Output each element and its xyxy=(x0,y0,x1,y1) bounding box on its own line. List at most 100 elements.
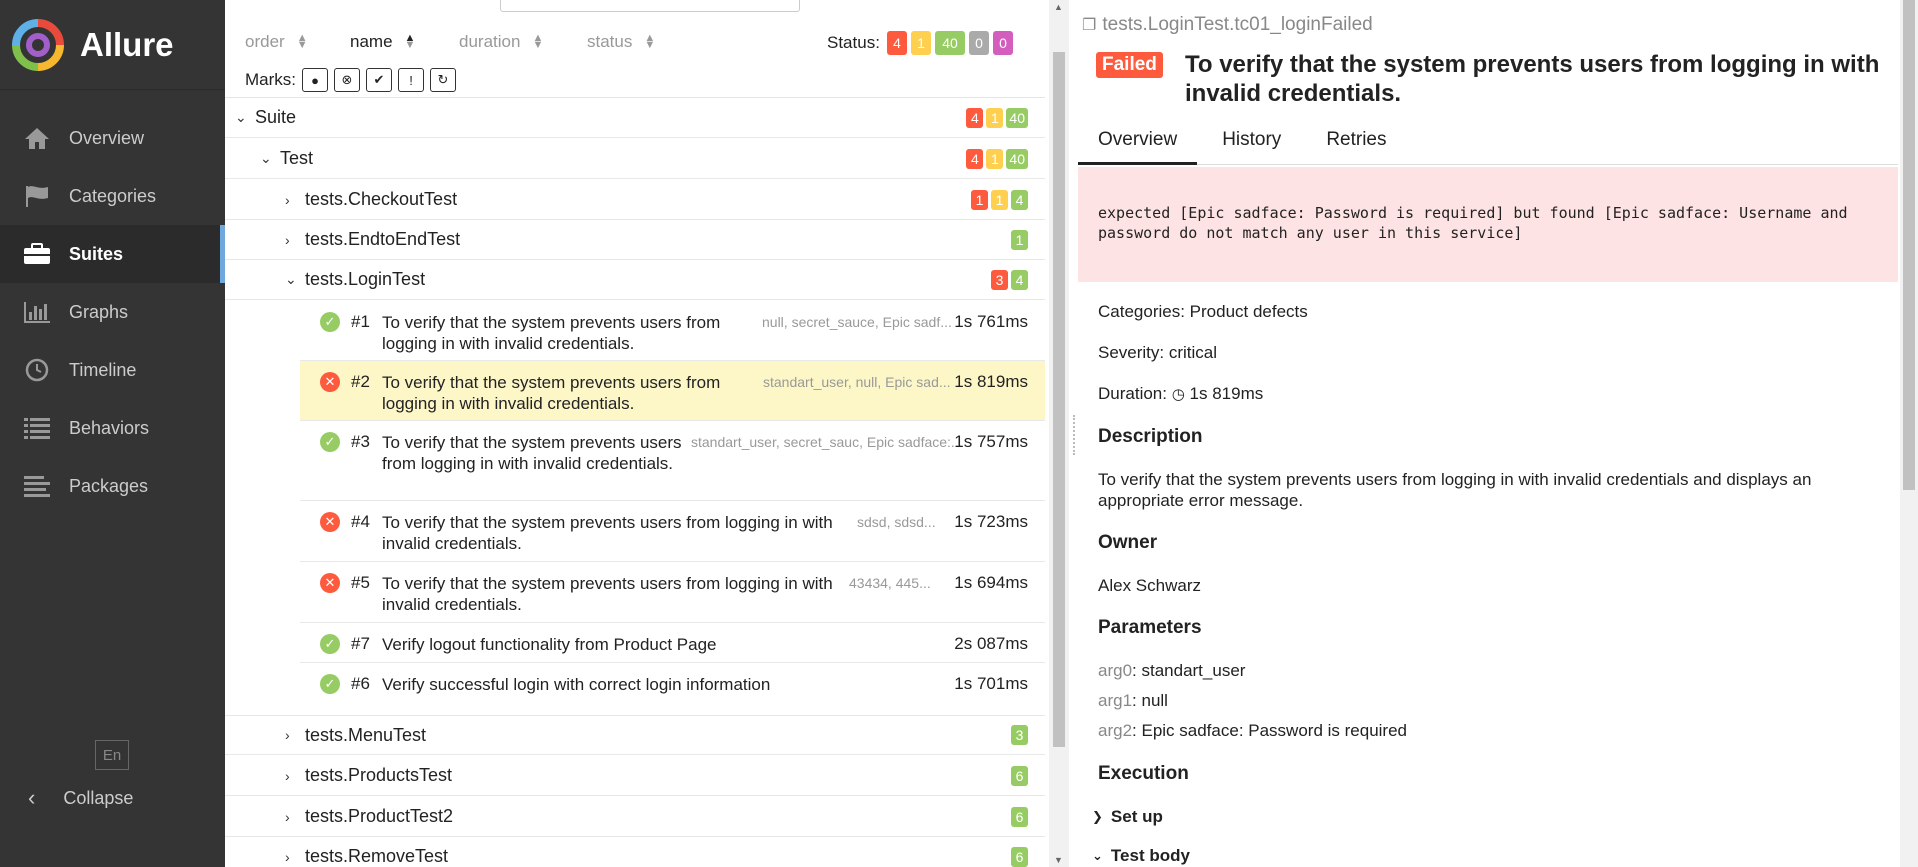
check-circle-icon: ✔ xyxy=(373,72,385,87)
flag-icon xyxy=(22,183,52,209)
owner-heading: Owner xyxy=(1098,532,1158,553)
test-params: sdsd, sdsd... xyxy=(857,514,936,530)
tree-group-removetest[interactable]: › tests.RemoveTest 6 xyxy=(225,837,1045,867)
refresh-icon: ↻ xyxy=(437,72,449,87)
status-badge: Failed xyxy=(1096,52,1163,78)
tree-group-menutest[interactable]: › tests.MenuTest 3 xyxy=(225,715,1045,755)
detail-tabs: Overview History Retries xyxy=(1078,121,1898,165)
marks-label: Marks: xyxy=(245,70,296,89)
search-input[interactable] xyxy=(500,0,800,12)
collapse-button[interactable]: ‹ Collapse xyxy=(28,785,133,811)
tab-overview[interactable]: Overview xyxy=(1078,121,1198,165)
sidebar-item-packages[interactable]: Packages xyxy=(0,457,225,515)
status-filter-unknown[interactable]: 0 xyxy=(993,31,1013,55)
status-filter-failed[interactable]: 4 xyxy=(887,31,907,55)
sidebar-item-label: Packages xyxy=(69,475,149,496)
sort-duration[interactable]: duration ▲ ▼ xyxy=(459,32,543,52)
status-filter: 4 1 40 0 0 xyxy=(887,31,1013,55)
setup-section[interactable]: ❯ Set up xyxy=(1092,807,1163,827)
duration: Duration: ◷ 1s 819ms xyxy=(1098,384,1264,403)
passed-status-icon: ✓ xyxy=(320,312,340,332)
description-heading: Description xyxy=(1098,426,1203,447)
sidebar-item-suites[interactable]: Suites xyxy=(0,225,225,283)
language-button[interactable]: En xyxy=(95,740,129,770)
test-duration: 1s 819ms xyxy=(954,372,1028,391)
test-row[interactable]: ✓ #1 To verify that the system prevents … xyxy=(300,301,1045,361)
parameter-row: arg1: null xyxy=(1098,691,1168,710)
passed-status-icon: ✓ xyxy=(320,634,340,654)
sidebar-item-graphs[interactable]: Graphs xyxy=(0,283,225,341)
test-row[interactable]: ✓ #7 Verify logout functionality from Pr… xyxy=(300,623,1045,663)
tab-retries[interactable]: Retries xyxy=(1306,121,1406,165)
test-duration: 2s 087ms xyxy=(954,634,1028,653)
counts: 4 1 40 xyxy=(966,148,1028,169)
times-circle-icon: ⊗ xyxy=(341,72,353,87)
tree-group-endtoendtest[interactable]: › tests.EndtoEndTest 1 xyxy=(225,220,1045,260)
test-title: To verify that the system prevents users… xyxy=(1185,51,1880,107)
new-passed-mark-button[interactable]: ✔ xyxy=(366,68,392,92)
retries-mark-button[interactable]: ↻ xyxy=(430,68,456,92)
chevron-right-icon: › xyxy=(285,191,290,208)
test-duration: 1s 701ms xyxy=(954,674,1028,693)
sort-status[interactable]: status ▲ ▼ xyxy=(587,32,655,52)
scroll-thumb[interactable] xyxy=(1053,52,1065,747)
counts: 6 xyxy=(1011,806,1028,827)
chevron-right-icon: › xyxy=(285,848,290,865)
test-params: standart_user, secret_sauc, Epic sadface… xyxy=(691,434,963,450)
chevron-down-icon: ⌄ xyxy=(285,271,297,287)
categories: Categories: Product defects xyxy=(1098,302,1308,321)
brand[interactable]: Allure xyxy=(0,0,225,90)
status-filter-skipped[interactable]: 0 xyxy=(969,31,989,55)
clock-icon xyxy=(22,357,52,383)
tree-group-checkouttest[interactable]: › tests.CheckoutTest 1 1 4 xyxy=(225,180,1045,220)
tree-group-test[interactable]: ⌄ Test 4 1 40 xyxy=(225,139,1045,179)
new-failed-mark-button[interactable]: ⊗ xyxy=(334,68,360,92)
counts: 6 xyxy=(1011,846,1028,867)
test-row[interactable]: ✓ #3 To verify that the system prevents … xyxy=(300,421,1045,501)
briefcase-icon xyxy=(22,241,52,267)
flaky-mark-button[interactable]: ● xyxy=(302,68,328,92)
counts: 4 1 40 xyxy=(966,107,1028,128)
owner: Alex Schwarz xyxy=(1098,576,1201,595)
test-params: standart_user, null, Epic sad... xyxy=(763,374,951,390)
sort-name[interactable]: name ▲ ▼ xyxy=(350,32,415,52)
status-filter-passed[interactable]: 40 xyxy=(935,31,965,55)
scroll-thumb[interactable] xyxy=(1903,0,1915,490)
tree-group-producttest2[interactable]: › tests.ProductTest2 6 xyxy=(225,797,1045,837)
test-row[interactable]: ✕ #4 To verify that the system prevents … xyxy=(300,501,1045,562)
drag-handle-icon xyxy=(1073,415,1077,455)
tree-group-logintest[interactable]: ⌄ tests.LoginTest 3 4 xyxy=(225,260,1045,300)
chevron-down-icon: ⌄ xyxy=(235,109,247,125)
test-name: To verify that the system prevents users… xyxy=(382,373,721,413)
test-fullname: ❐ tests.LoginTest.tc01_loginFailed xyxy=(1082,14,1373,35)
align-left-icon xyxy=(22,473,52,499)
detail-scrollbar[interactable] xyxy=(1900,0,1918,867)
tree-group-productstest[interactable]: › tests.ProductsTest 6 xyxy=(225,756,1045,796)
test-row[interactable]: ✕ #5 To verify that the system prevents … xyxy=(300,562,1045,623)
tab-history[interactable]: History xyxy=(1202,121,1301,165)
copy-icon[interactable]: ❐ xyxy=(1082,15,1096,35)
chevron-right-icon: › xyxy=(285,767,290,784)
tree-scrollbar[interactable]: ▲ ▼ xyxy=(1049,0,1069,867)
test-row-selected[interactable]: ✕ #2 To verify that the system prevents … xyxy=(300,361,1045,421)
sort-order[interactable]: order ▲ ▼ xyxy=(245,32,308,52)
sort-icon: ▲ ▼ xyxy=(532,32,544,51)
description: To verify that the system prevents users… xyxy=(1098,470,1812,510)
sidebar-item-overview[interactable]: Overview xyxy=(0,109,225,167)
test-row[interactable]: ✓ #6 Verify successful login with correc… xyxy=(300,663,1045,714)
status-filter-broken[interactable]: 1 xyxy=(911,31,931,55)
tree-group-suite[interactable]: ⌄ Suite 4 1 40 xyxy=(225,98,1045,138)
test-duration: 1s 757ms xyxy=(954,432,1028,451)
sidebar-item-behaviors[interactable]: Behaviors xyxy=(0,399,225,457)
scroll-up-icon: ▲ xyxy=(1054,2,1063,12)
test-name: To verify that the system prevents users… xyxy=(382,313,721,353)
sidebar-item-categories[interactable]: Categories xyxy=(0,167,225,225)
nav-menu: Overview Categories Suites Graphs Timeli… xyxy=(0,109,225,515)
test-name: Verify logout functionality from Product… xyxy=(382,635,717,654)
chevron-right-icon: › xyxy=(285,808,290,825)
test-body-section[interactable]: ⌄ Test body xyxy=(1092,846,1190,866)
sidebar-item-label: Timeline xyxy=(69,359,137,380)
sort-icon: ▲ ▼ xyxy=(644,32,656,51)
sidebar-item-timeline[interactable]: Timeline xyxy=(0,341,225,399)
new-broken-mark-button[interactable]: ! xyxy=(398,68,424,92)
